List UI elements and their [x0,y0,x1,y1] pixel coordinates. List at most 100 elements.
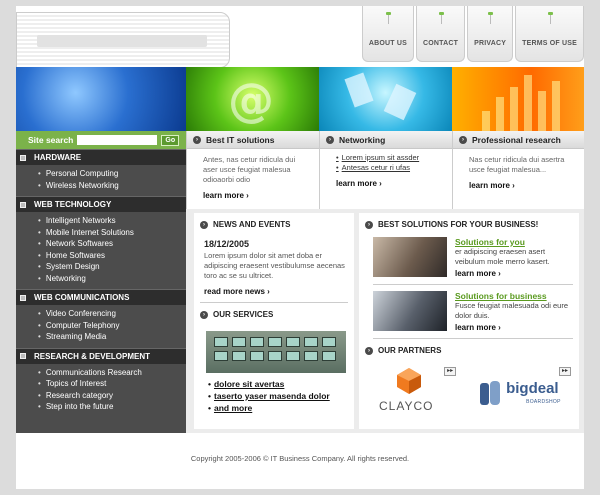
square-bullet-icon [20,154,26,161]
sidebar-item[interactable]: Video Conferencing [38,308,186,320]
nav-contact[interactable]: CONTACT [415,6,466,62]
sidebar-item[interactable]: System Design [38,261,186,273]
learn-more-link[interactable]: learn more › [453,181,584,190]
control-room-image [206,331,346,373]
forward-arrow-icon[interactable]: ▸▸ [444,367,457,376]
sidebar-heading-research-development[interactable]: RESEARCH & DEVELOPMENT [16,347,186,364]
sidebar-item[interactable]: Communications Research [38,367,186,379]
square-bullet-icon [20,201,26,208]
page: ABOUT US CONTACT PRIVACY TERMS OF USE @ … [16,6,584,489]
solution-text: er adipiscing eraesen asert veibulum mol… [455,247,550,266]
sidebar-item[interactable]: Network Softwares [38,238,186,250]
service-heading: › Networking [320,131,452,149]
arrow-circle-icon: › [459,135,467,144]
service-text: Antes, nas cetur ridicula dui aser usce … [203,155,296,184]
partner-clayco[interactable]: ▸▸ CLAYCO [375,365,457,419]
service-best-it: › Best IT solutions Antes, nas cetur ridi… [186,131,319,209]
sidebar-item[interactable]: Step into the future [38,401,186,413]
banner-chart-image [452,67,584,131]
solution-item: Solutions for you er adipiscing eraesen … [359,233,579,278]
site-search: Site search Go [16,131,186,149]
clayco-name: CLAYCO [379,399,434,413]
service-link[interactable]: and more [208,402,354,414]
sidebar-item[interactable]: Computer Telephony [38,320,186,332]
arrow-circle-icon: › [365,346,373,355]
read-more-news-link[interactable]: read more news › [194,287,354,296]
sidebar-item[interactable]: Research category [38,390,186,402]
partners-list: ▸▸ CLAYCO ▸▸ bigdeal BOARDSHOP [359,359,579,419]
solution-item: Solutions for business Fusce feugiat mal… [359,285,579,332]
arrow-circle-icon: › [200,220,208,229]
sidebar-list-web-technology: Intelligent Networks Mobile Internet Sol… [16,212,186,289]
top-navigation: ABOUT US CONTACT PRIVACY TERMS OF USE [361,6,584,62]
arrow-circle-icon: › [326,135,334,144]
service-text: Nas cetur ridicula dui asertra usce feug… [469,155,565,174]
banner-globe-image [16,67,186,131]
sidebar-item[interactable]: Intelligent Networks [38,215,186,227]
learn-more-link[interactable]: learn more › [320,179,452,188]
square-bullet-icon [20,294,26,301]
sidebar-heading-web-technology[interactable]: WEB TECHNOLOGY [16,196,186,212]
sidebar-item[interactable]: Topics of Interest [38,378,186,390]
service-heading: › Best IT solutions [187,131,319,149]
footer-copyright: Copyright 2005-2006 © IT Business Compan… [190,454,410,463]
service-heading: › Professional research [453,131,584,149]
sidebar-list-web-communications: Video Conferencing Computer Telephony St… [16,305,186,348]
logo-area[interactable] [16,12,230,68]
businesswoman-photo [373,237,447,277]
news-column: › NEWS AND EVENTS 18/12/2005 Lorem ipsum … [194,213,354,429]
banner: @ [16,67,584,131]
banner-email-image: @ [186,67,319,131]
sidebar-item[interactable]: Home Softwares [38,250,186,262]
service-link[interactable]: Lorem ipsum sit assder [336,153,444,163]
sidebar: Site search Go HARDWARE Personal Computi… [16,131,186,433]
search-go-button[interactable]: Go [161,134,180,146]
arrow-circle-icon: › [365,220,373,229]
sidebar-list-hardware: Personal Computing Wireless Networking [16,165,186,196]
service-link[interactable]: taserto yaser masenda dolor [208,390,354,402]
site-search-label: Site search [28,135,74,145]
service-links: Lorem ipsum sit assder Antesas cetur ri … [320,149,452,173]
solution-title-link[interactable]: Solutions for business [455,291,573,301]
nav-terms-of-use[interactable]: TERMS OF USE [515,6,584,62]
solution-title-link[interactable]: Solutions for you [455,237,573,247]
sidebar-item[interactable]: Streaming Media [38,331,186,343]
clayco-logo-icon [397,368,421,394]
learn-more-link[interactable]: learn more › [187,191,319,200]
nav-about-us[interactable]: ABOUT US [361,6,414,62]
news-text: Lorem ipsum dolor sit amet doba er adipi… [204,251,345,280]
our-services-heading: › OUR SERVICES [194,303,354,323]
arrow-circle-icon: › [193,135,201,144]
news-heading: › NEWS AND EVENTS [194,213,354,233]
solution-text: Fusce feugiat malesuada odi eure dolor d… [455,301,568,320]
nav-privacy[interactable]: PRIVACY [467,6,514,62]
partner-bigdeal[interactable]: ▸▸ bigdeal BOARDSHOP [476,365,571,419]
service-link[interactable]: dolore sit avertas [208,378,354,390]
arrow-circle-icon: › [200,310,208,319]
our-services-links: dolore sit avertas taserto yaser masenda… [194,373,354,414]
search-input[interactable] [77,135,158,145]
sidebar-heading-web-communications[interactable]: WEB COMMUNICATIONS [16,289,186,305]
sidebar-item[interactable]: Networking [38,273,186,285]
bigdeal-logo-icon [480,381,501,405]
bigdeal-subtitle: BOARDSHOP [526,399,561,405]
forward-arrow-icon[interactable]: ▸▸ [559,367,571,376]
news-date: 18/12/2005 [204,239,250,249]
sidebar-list-research-development: Communications Research Topics of Intere… [16,364,186,418]
service-research: › Professional research Nas cetur ridicul… [452,131,584,209]
sidebar-item[interactable]: Wireless Networking [38,180,186,192]
solutions-column: › BEST SOLUTIONS FOR YOUR BUSINESS! Solut… [359,213,579,429]
solutions-heading: › BEST SOLUTIONS FOR YOUR BUSINESS! [359,213,579,233]
square-bullet-icon [20,353,26,359]
service-link[interactable]: Antesas cetur ri ufas [336,163,444,173]
business-team-photo [373,291,447,331]
sidebar-item[interactable]: Mobile Internet Solutions [38,227,186,239]
sidebar-item[interactable]: Personal Computing [38,168,186,180]
learn-more-link[interactable]: learn more › [455,269,573,278]
service-networking: ›Networking Lorem ipsum sit assder Antes… [319,131,452,209]
partners-heading: › OUR PARTNERS [359,339,579,359]
learn-more-link[interactable]: learn more › [455,323,573,332]
bigdeal-name: bigdeal [506,380,559,397]
sidebar-heading-hardware[interactable]: HARDWARE [16,149,186,165]
banner-connectors-image [319,67,452,131]
